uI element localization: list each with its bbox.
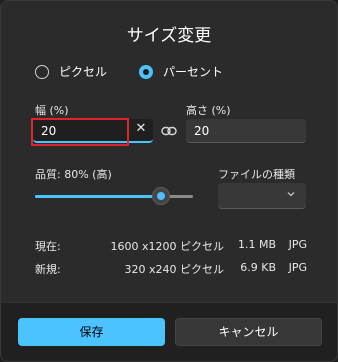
current-format: JPG bbox=[288, 238, 307, 251]
filetype-dropdown[interactable] bbox=[218, 183, 306, 209]
quality-label: 品質: 80% (高) bbox=[35, 168, 112, 181]
filetype-label: ファイルの種類 bbox=[218, 168, 295, 181]
resize-dialog: サイズ変更 ピクセル パーセント 幅 (%) 高さ (%) 20 ✕ 20 品質… bbox=[0, 0, 338, 362]
current-info-row: 現在: 1600 x1200 ピクセル 1.1 MB JPG bbox=[35, 238, 307, 254]
quality-slider-fill bbox=[35, 195, 162, 198]
pixel-radio-label: ピクセル bbox=[59, 65, 108, 79]
chevron-down-icon bbox=[286, 189, 296, 202]
pixel-radio[interactable]: ピクセル bbox=[35, 63, 107, 80]
width-label: 幅 (%) bbox=[35, 104, 69, 117]
link-icon[interactable] bbox=[161, 125, 177, 137]
new-info-row: 新規: 320 x240 ピクセル 6.9 KB JPG bbox=[35, 261, 307, 277]
height-input[interactable]: 20 bbox=[186, 119, 306, 143]
quality-slider-thumb[interactable] bbox=[152, 187, 171, 205]
close-icon[interactable]: ✕ bbox=[134, 121, 148, 136]
percent-radio[interactable]: パーセント bbox=[139, 63, 223, 80]
save-button[interactable]: 保存 bbox=[18, 318, 165, 346]
new-dimensions: 320 x240 ピクセル bbox=[124, 263, 225, 276]
radio-circle bbox=[35, 64, 49, 79]
new-size: 6.9 KB bbox=[240, 261, 276, 274]
radio-circle-checked bbox=[139, 64, 153, 79]
height-label: 高さ (%) bbox=[186, 104, 231, 117]
dialog-footer: 保存 キャンセル bbox=[1, 302, 337, 361]
current-size: 1.1 MB bbox=[237, 238, 276, 251]
new-label: 新規: bbox=[35, 263, 61, 276]
new-format: JPG bbox=[288, 261, 307, 274]
dialog-title: サイズ変更 bbox=[126, 26, 212, 46]
cancel-button[interactable]: キャンセル bbox=[175, 318, 322, 346]
current-label: 現在: bbox=[35, 240, 61, 253]
current-dimensions: 1600 x1200 ピクセル bbox=[110, 240, 225, 253]
percent-radio-label: パーセント bbox=[163, 65, 224, 79]
